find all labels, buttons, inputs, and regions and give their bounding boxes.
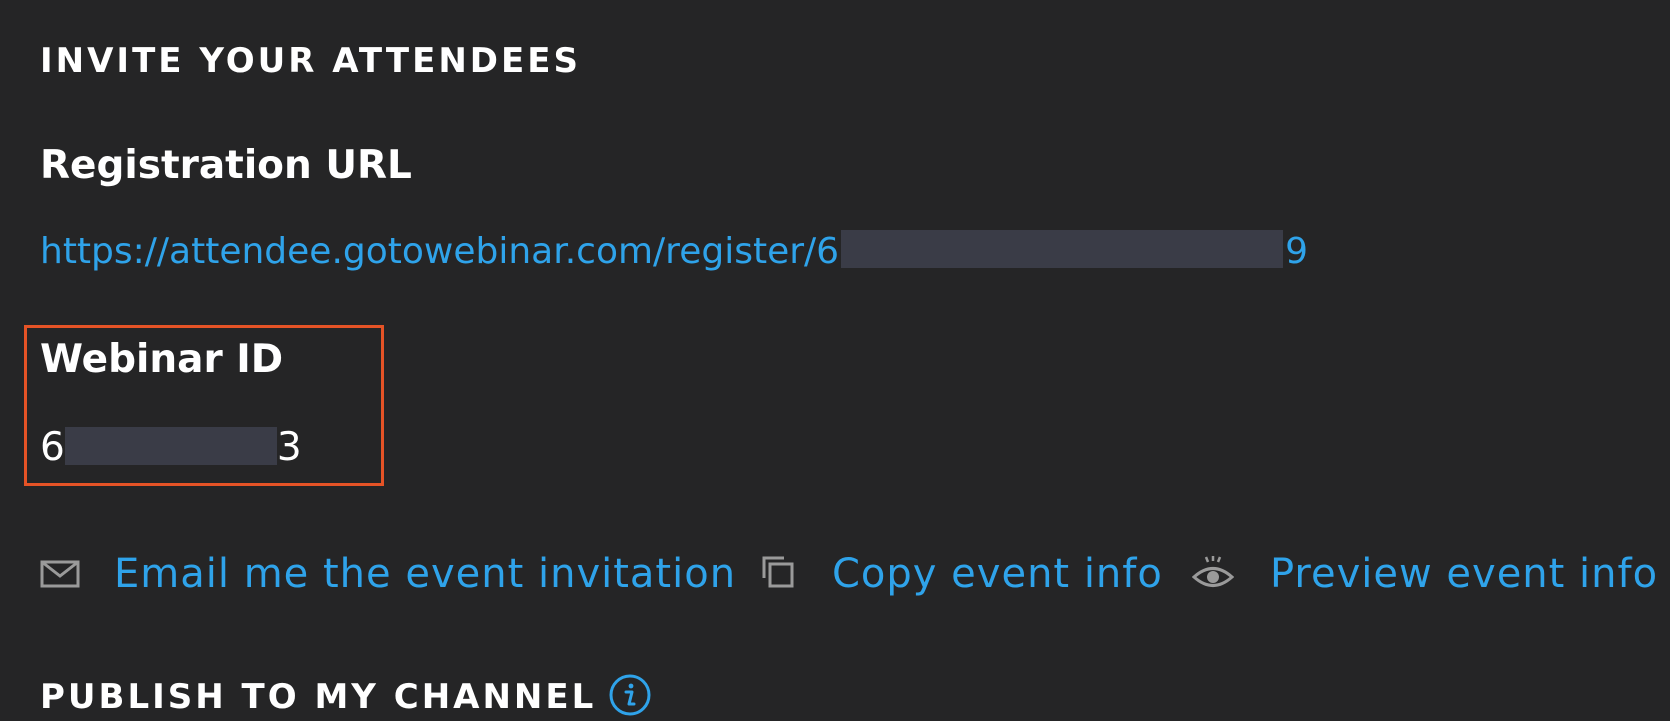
- webinar-id-value: 63: [40, 425, 302, 470]
- copy-event-info-link[interactable]: Copy event info: [832, 554, 1163, 594]
- webinar-id-suffix: 3: [276, 425, 302, 470]
- registration-url-suffix: 9: [1285, 231, 1308, 272]
- webinar-id-prefix: 6: [40, 425, 65, 470]
- eye-icon[interactable]: [1192, 556, 1234, 598]
- redacted-block: [64, 426, 277, 465]
- registration-url-prefix: https://attendee.gotowebinar.com/registe…: [40, 231, 840, 272]
- envelope-icon[interactable]: [40, 556, 82, 598]
- registration-url-link[interactable]: https://attendee.gotowebinar.com/registe…: [40, 230, 1308, 272]
- publish-channel-heading: PUBLISH TO MY CHANNEL: [40, 677, 597, 717]
- info-icon[interactable]: [608, 673, 652, 717]
- invite-attendees-heading: INVITE YOUR ATTENDEES: [40, 41, 581, 81]
- copy-icon[interactable]: [760, 554, 802, 596]
- preview-event-info-link[interactable]: Preview event info: [1270, 554, 1658, 594]
- event-actions-row: Email me the event invitation Copy event…: [40, 548, 1670, 604]
- webinar-id-label: Webinar ID: [40, 337, 284, 382]
- email-invitation-link[interactable]: Email me the event invitation: [114, 554, 736, 594]
- redacted-block: [841, 230, 1284, 268]
- registration-url-label: Registration URL: [40, 143, 412, 188]
